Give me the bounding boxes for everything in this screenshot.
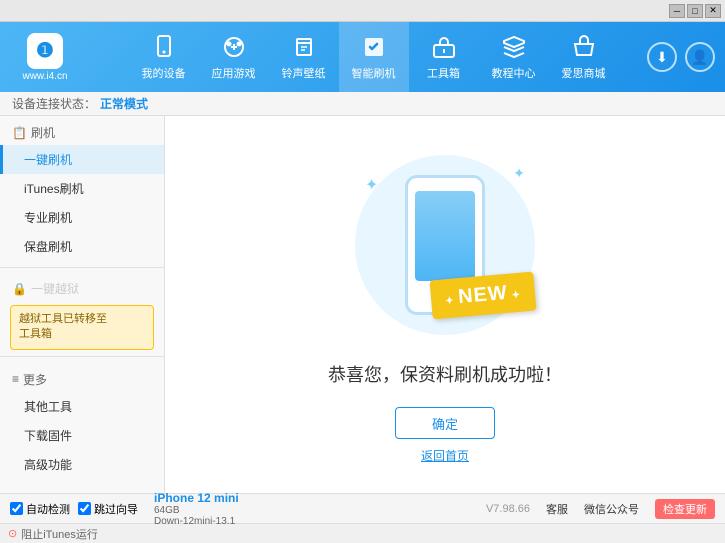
phone-screen [415,191,475,281]
customer-service-link[interactable]: 客服 [546,501,568,517]
sidebar-section-more: ≡ 更多 [0,363,164,392]
sidebar: 📋 刷机 一键刷机 iTunes刷机 专业刷机 保盘刷机 🔒 一键越狱 越狱工具… [0,116,165,493]
nav-ringtone[interactable]: 铃声壁纸 [269,22,339,92]
nav-tutorial[interactable]: 教程中心 [479,22,549,92]
more-section-label: 更多 [23,371,47,388]
download-button[interactable]: ⬇ [647,42,677,72]
maximize-button[interactable]: □ [687,4,703,18]
toolbox-icon [430,33,458,61]
status-label: 设备连接状态： [12,95,96,112]
smart-flash-icon [360,33,388,61]
bottom-right: V7.98.66 客服 微信公众号 检查更新 [486,499,715,519]
user-button[interactable]: 👤 [685,42,715,72]
jailbreak-section-label: 一键越狱 [31,280,79,297]
confirm-button[interactable]: 确定 [395,407,495,439]
check-update-button[interactable]: 检查更新 [655,499,715,519]
nav-store[interactable]: 爱思商城 [549,22,619,92]
itunes-label: 阻止iTunes运行 [21,526,98,542]
nav-smart-flash[interactable]: 智能刷机 [339,22,409,92]
divider-1 [0,267,164,268]
nav-smart-flash-label: 智能刷机 [352,65,396,81]
nav-my-device-label: 我的设备 [142,65,186,81]
title-bar: ─ □ ✕ [0,0,725,22]
store-icon [570,33,598,61]
ringtone-icon [290,33,318,61]
header-right-buttons: ⬇ 👤 [647,42,715,72]
logo-icon: ❶ [27,33,63,69]
sidebar-item-other-tools[interactable]: 其他工具 [0,392,164,421]
phone-illustration: ✦ ✦ NEW [345,145,545,345]
status-value: 正常模式 [100,95,148,112]
skip-wizard-input[interactable] [78,502,91,515]
sidebar-section-flash: 📋 刷机 [0,116,164,145]
nav-tutorial-label: 教程中心 [492,65,536,81]
skip-wizard-label: 跳过向导 [94,501,138,517]
sparkle-left-icon: ✦ [365,175,378,195]
more-section-icon: ≡ [12,372,19,386]
tutorial-icon [500,33,528,61]
divider-2 [0,356,164,357]
jailbreak-info-text: 越狱工具已转移至 工具箱 [19,313,107,340]
nav-bar: 我的设备 应用游戏 铃声壁纸 [100,22,647,92]
app-games-icon [220,33,248,61]
logo-area: ❶ www.i4.cn [10,33,80,82]
window-controls[interactable]: ─ □ ✕ [669,4,721,18]
nav-ringtone-label: 铃声壁纸 [282,65,326,81]
sidebar-item-itunes-flash[interactable]: iTunes刷机 [0,174,164,203]
new-badge: NEW [429,272,536,320]
bottom-left: 自动检测 跳过向导 iPhone 12 mini 64GB Down-12min… [10,491,239,527]
wechat-link[interactable]: 微信公众号 [584,501,639,517]
main-area: 📋 刷机 一键刷机 iTunes刷机 专业刷机 保盘刷机 🔒 一键越狱 越狱工具… [0,116,725,493]
flash-section-label: 刷机 [31,124,55,141]
nav-app-games[interactable]: 应用游戏 [199,22,269,92]
success-message: 恭喜您，保资料刷机成功啦！ [328,361,562,387]
device-model: Down-12mini-13.1 [154,516,239,527]
header: ❶ www.i4.cn 我的设备 [0,22,725,92]
sidebar-section-jailbreak: 🔒 一键越狱 [0,274,164,301]
skip-wizard-checkbox[interactable]: 跳过向导 [78,501,138,517]
sparkle-right-icon: ✦ [513,165,525,182]
auto-connect-label: 自动检测 [26,501,70,517]
bottom-bar: 自动检测 跳过向导 iPhone 12 mini 64GB Down-12min… [0,493,725,523]
device-info: iPhone 12 mini 64GB Down-12mini-13.1 [154,491,239,527]
my-device-icon [150,33,178,61]
flash-section-icon: 📋 [12,126,27,140]
close-button[interactable]: ✕ [705,4,721,18]
logo-url: www.i4.cn [22,71,67,82]
nav-toolbox-label: 工具箱 [427,65,460,81]
nav-toolbox[interactable]: 工具箱 [409,22,479,92]
sidebar-item-save-flash[interactable]: 保盘刷机 [0,232,164,261]
auto-connect-input[interactable] [10,502,23,515]
sidebar-item-pro-flash[interactable]: 专业刷机 [0,203,164,232]
sidebar-item-advanced[interactable]: 高级功能 [0,450,164,479]
sidebar-item-one-click[interactable]: 一键刷机 [0,145,164,174]
jailbreak-lock-icon: 🔒 [12,282,27,296]
version-text: V7.98.66 [486,503,530,515]
itunes-icon: ⊙ [8,527,17,540]
nav-app-games-label: 应用游戏 [212,65,256,81]
back-home-link[interactable]: 返回首页 [421,447,469,464]
sidebar-item-download-firmware[interactable]: 下载固件 [0,421,164,450]
device-storage: 64GB [154,505,239,516]
content-area: ✦ ✦ NEW 恭喜您，保资料刷机成功啦！ 确定 返回首页 [165,116,725,493]
nav-my-device[interactable]: 我的设备 [129,22,199,92]
nav-store-label: 爱思商城 [562,65,606,81]
auto-connect-checkbox[interactable]: 自动检测 [10,501,70,517]
minimize-button[interactable]: ─ [669,4,685,18]
jailbreak-info-box: 越狱工具已转移至 工具箱 [10,305,154,350]
status-bar: 设备连接状态： 正常模式 [0,92,725,116]
